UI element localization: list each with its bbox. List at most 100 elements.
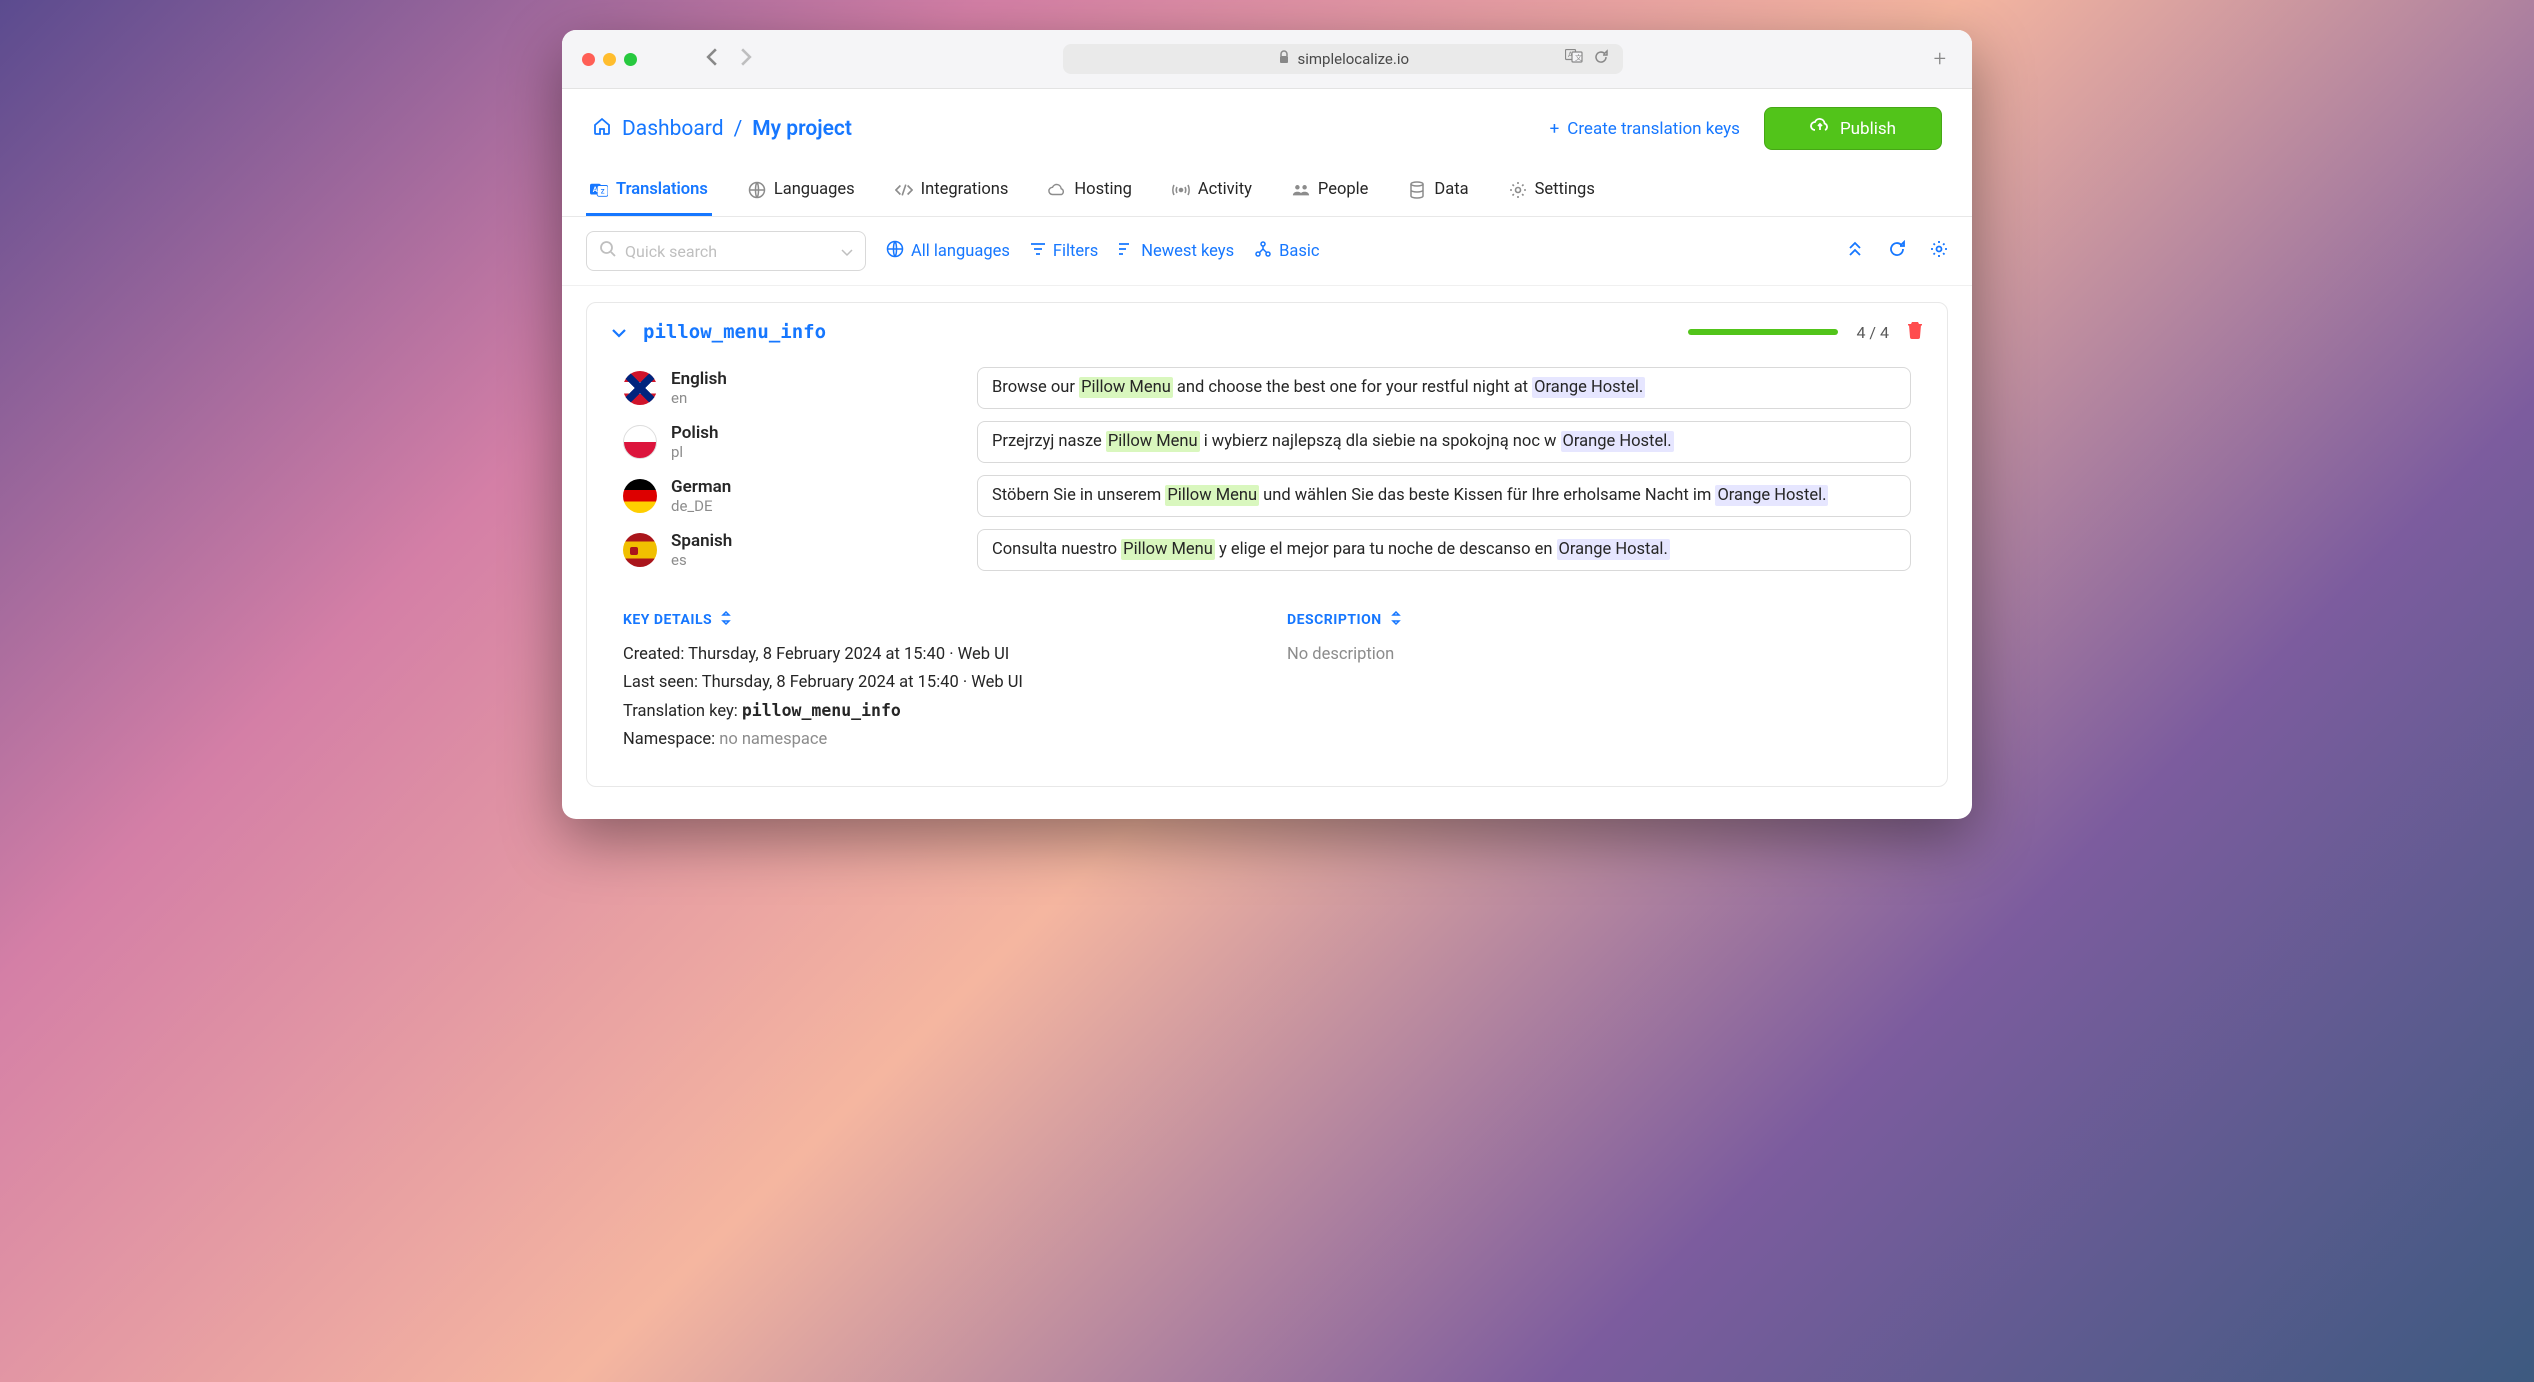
breadcrumb-current: My project <box>752 117 852 141</box>
language-cell: Englishen <box>623 369 953 407</box>
lang-name: Polish <box>671 423 718 443</box>
svg-text:文: 文 <box>1575 53 1582 62</box>
lang-info: Germande_DE <box>671 477 731 515</box>
globe-icon <box>748 181 766 199</box>
lang-code: es <box>671 551 732 569</box>
translation-key-line: Translation key: pillow_menu_info <box>623 697 1247 726</box>
maximize-window-button[interactable] <box>624 53 637 66</box>
tab-activity[interactable]: Activity <box>1168 168 1256 216</box>
globe-icon <box>886 240 904 263</box>
created-line: Created: Thursday, 8 February 2024 at 15… <box>623 641 1247 669</box>
new-tab-button[interactable]: + <box>1934 47 1946 72</box>
tab-integrations[interactable]: Integrations <box>891 168 1013 216</box>
toolbar-right-actions <box>1846 240 1948 262</box>
sort-toggle-icon <box>720 611 732 629</box>
create-keys-link[interactable]: + Create translation keys <box>1550 119 1740 139</box>
language-cell: Germande_DE <box>623 477 953 515</box>
settings-gear-icon[interactable] <box>1930 240 1948 262</box>
sort-newest-button[interactable]: Newest keys <box>1118 242 1234 261</box>
namespace-line: Namespace: no namespace <box>623 726 1247 754</box>
progress-bar <box>1688 329 1838 335</box>
close-window-button[interactable] <box>582 53 595 66</box>
basic-view-button[interactable]: Basic <box>1254 241 1319 262</box>
cloud-upload-icon <box>1810 118 1830 139</box>
tab-hosting[interactable]: Hosting <box>1044 168 1135 216</box>
publish-button[interactable]: Publish <box>1764 107 1942 150</box>
language-cell: Spanishes <box>623 531 953 569</box>
toolbar: All languages Filters Newest keys Basic <box>562 217 1972 286</box>
expand-chevron-icon[interactable] <box>611 323 627 342</box>
lastseen-line: Last seen: Thursday, 8 February 2024 at … <box>623 669 1247 697</box>
hierarchy-icon <box>1254 241 1272 262</box>
tab-languages[interactable]: Languages <box>744 168 859 216</box>
minimize-window-button[interactable] <box>603 53 616 66</box>
reload-icon[interactable] <box>1593 49 1609 69</box>
translation-input[interactable]: Browse our Pillow Menu and choose the be… <box>977 367 1911 409</box>
tab-people[interactable]: People <box>1288 168 1373 216</box>
svg-text:A: A <box>1568 51 1573 59</box>
breadcrumb-home-link[interactable]: Dashboard <box>622 117 724 141</box>
translation-input[interactable]: Przejrzyj nasze Pillow Menu i wybierz na… <box>977 421 1911 463</box>
window-controls <box>582 53 637 66</box>
key-header-right: 4 / 4 <box>1688 321 1923 343</box>
translate-page-icon[interactable]: A文 <box>1565 49 1583 69</box>
sort-icon <box>1118 242 1134 261</box>
titlebar: simplelocalize.io A文 + <box>562 30 1972 89</box>
lang-name: English <box>671 369 727 389</box>
home-icon[interactable] <box>592 116 612 142</box>
lang-info: Polishpl <box>671 423 718 461</box>
filters-button[interactable]: Filters <box>1030 242 1098 261</box>
translate-icon: AZ <box>590 181 608 199</box>
translations-grid: Englishen Browse our Pillow Menu and choo… <box>611 367 1923 571</box>
lang-name: Spanish <box>671 531 732 551</box>
tab-translations[interactable]: AZTranslations <box>586 168 712 216</box>
content-area: pillow_menu_info 4 / 4 Englishen Browse o… <box>562 286 1972 819</box>
translation-input[interactable]: Stöbern Sie in unserem Pillow Menu und w… <box>977 475 1911 517</box>
database-icon <box>1408 181 1426 199</box>
search-input[interactable] <box>586 231 866 271</box>
search-input-field[interactable] <box>625 242 833 261</box>
breadcrumb: Dashboard / My project <box>592 116 852 142</box>
back-button[interactable] <box>705 48 719 70</box>
lang-info: Englishen <box>671 369 727 407</box>
tab-data[interactable]: Data <box>1404 168 1472 216</box>
forward-button[interactable] <box>739 48 753 70</box>
description-column: DESCRIPTION No description <box>1287 611 1911 754</box>
translation-input[interactable]: Consulta nuestro Pillow Menu y elige el … <box>977 529 1911 571</box>
code-icon <box>895 181 913 199</box>
description-heading[interactable]: DESCRIPTION <box>1287 611 1911 629</box>
progress-text: 4 / 4 <box>1856 323 1889 342</box>
description-empty: No description <box>1287 641 1911 669</box>
cloud-icon <box>1048 181 1066 199</box>
translation-key-name[interactable]: pillow_menu_info <box>643 321 826 343</box>
people-icon <box>1292 181 1310 199</box>
collapse-all-icon[interactable] <box>1846 240 1864 262</box>
tab-settings[interactable]: Settings <box>1505 168 1599 216</box>
lang-code: pl <box>671 443 718 461</box>
flag-icon <box>623 371 657 405</box>
lang-info: Spanishes <box>671 531 732 569</box>
sort-toggle-icon <box>1390 611 1402 629</box>
refresh-icon[interactable] <box>1888 240 1906 262</box>
delete-key-button[interactable] <box>1907 321 1923 343</box>
signal-icon <box>1172 181 1190 199</box>
search-icon <box>599 240 617 262</box>
flag-icon <box>623 479 657 513</box>
page-header: Dashboard / My project + Create translat… <box>562 89 1972 168</box>
all-languages-filter[interactable]: All languages <box>886 240 1010 263</box>
flag-icon <box>623 533 657 567</box>
nav-arrows <box>705 48 753 70</box>
url-text: simplelocalize.io <box>1298 50 1410 68</box>
lang-code: de_DE <box>671 497 731 515</box>
filter-icon <box>1030 242 1046 261</box>
key-details-heading[interactable]: KEY DETAILS <box>623 611 1247 629</box>
svg-text:A: A <box>593 184 598 193</box>
browser-window: simplelocalize.io A文 + Dashboard / My pr… <box>562 30 1972 819</box>
key-card: pillow_menu_info 4 / 4 Englishen Browse o… <box>586 302 1948 787</box>
lang-code: en <box>671 389 727 407</box>
chevron-down-icon <box>841 242 853 261</box>
lock-icon <box>1278 50 1290 68</box>
url-bar[interactable]: simplelocalize.io A文 <box>1063 44 1623 74</box>
svg-text:Z: Z <box>601 187 605 195</box>
language-cell: Polishpl <box>623 423 953 461</box>
